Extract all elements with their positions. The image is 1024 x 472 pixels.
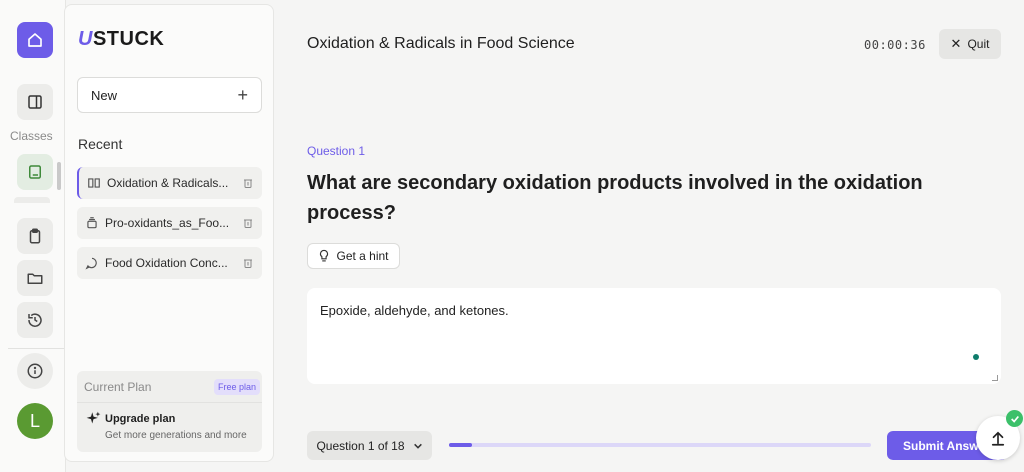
- recent-title: Recent: [78, 136, 123, 152]
- hint-button-label: Get a hint: [336, 249, 389, 263]
- icon-rail: Classes L: [0, 0, 66, 472]
- sidebar-toggle-button[interactable]: [17, 84, 53, 120]
- question-selector[interactable]: Question 1 of 18: [307, 431, 432, 460]
- new-button-label: New: [91, 87, 118, 103]
- answer-textarea[interactable]: Epoxide, aldehyde, and ketones.: [307, 288, 1001, 384]
- question-text: What are secondary oxidation products in…: [307, 172, 923, 224]
- sparkle-icon: [86, 411, 101, 424]
- recent-item[interactable]: Oxidation & Radicals...: [77, 167, 262, 199]
- notebook-icon: [29, 165, 41, 179]
- upgrade-plan-button[interactable]: Upgrade plan: [105, 413, 175, 425]
- new-button[interactable]: New +: [77, 77, 262, 113]
- upgrade-plan-subtitle: Get more generations and more: [105, 430, 247, 441]
- close-icon: ✕: [950, 36, 962, 51]
- recent-item-label: Food Oxidation Conc...: [105, 256, 228, 270]
- book-icon: [88, 178, 100, 188]
- recent-item[interactable]: Food Oxidation Conc...: [77, 247, 262, 279]
- quit-button-label: Quit: [967, 37, 990, 51]
- home-icon: [28, 33, 42, 47]
- class-button[interactable]: [17, 154, 53, 190]
- logo-mark: U: [78, 28, 93, 50]
- resize-grip[interactable]: [992, 375, 998, 381]
- trash-icon[interactable]: [242, 217, 254, 229]
- history-icon: [28, 313, 42, 327]
- clipboard-button[interactable]: [17, 218, 53, 254]
- answer-text: Epoxide, aldehyde, and ketones.: [320, 303, 509, 318]
- plan-card: Current Plan Free plan Upgrade plan Get …: [77, 371, 262, 452]
- sidebar-icon: [28, 95, 42, 109]
- quit-button[interactable]: ✕ Quit: [939, 29, 1001, 59]
- rail-scrollbar[interactable]: [57, 162, 61, 190]
- folder-button[interactable]: [17, 260, 53, 296]
- question-selector-label: Question 1 of 18: [316, 438, 405, 453]
- recent-item-label: Pro-oxidants_as_Foo...: [105, 216, 230, 230]
- timer: 00:00:36: [864, 38, 926, 52]
- status-dot: [973, 354, 979, 360]
- rail-cut-item: [14, 197, 50, 203]
- check-badge-icon: [1006, 410, 1023, 427]
- trash-icon[interactable]: [242, 257, 254, 269]
- folder-icon: [27, 273, 43, 284]
- logo[interactable]: USTUCK: [78, 28, 164, 51]
- progress-fill: [449, 443, 473, 447]
- sidebar-panel: USTUCK New + Recent Oxidation & Radicals…: [64, 4, 274, 462]
- chevron-down-icon: [413, 443, 422, 449]
- plan-divider: [77, 402, 262, 403]
- history-button[interactable]: [17, 302, 53, 338]
- clipboard-icon: [29, 228, 41, 244]
- upload-icon: [991, 431, 1005, 446]
- recent-item-label: Oxidation & Radicals...: [107, 176, 229, 190]
- question-number: Question 1: [307, 144, 366, 158]
- progress-bar: [449, 443, 871, 447]
- lightbulb-icon: [320, 249, 329, 262]
- plan-badge: Free plan: [214, 379, 261, 395]
- chat-icon: [85, 257, 97, 270]
- layers-icon: [87, 217, 97, 229]
- classes-label: Classes: [10, 129, 53, 143]
- logo-text: STUCK: [92, 28, 165, 50]
- page-title: Oxidation & Radicals in Food Science: [307, 35, 575, 52]
- plan-label: Current Plan: [84, 380, 152, 394]
- home-button[interactable]: [17, 22, 53, 58]
- info-button[interactable]: [17, 353, 53, 389]
- hint-button[interactable]: Get a hint: [307, 243, 400, 269]
- rail-divider: [8, 348, 64, 349]
- recent-item[interactable]: Pro-oxidants_as_Foo...: [77, 207, 262, 239]
- trash-icon[interactable]: [242, 177, 254, 189]
- info-icon: [27, 363, 43, 379]
- plus-icon: +: [237, 84, 248, 105]
- avatar[interactable]: L: [17, 403, 53, 439]
